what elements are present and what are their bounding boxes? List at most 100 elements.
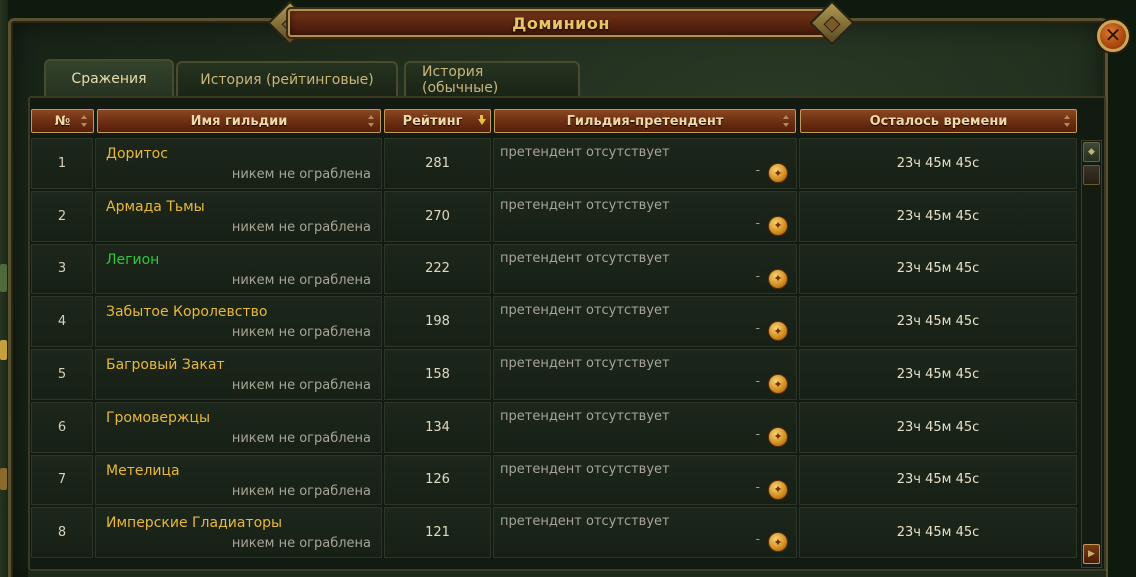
scroll-down-button[interactable]: ▶ (1083, 544, 1100, 564)
guild-status: никем не ограблена (231, 430, 371, 446)
challenger-dash: - (755, 163, 760, 177)
row-number: 7 (57, 472, 67, 488)
rating-value: 270 (425, 208, 450, 224)
guild-status: никем не ограблена (231, 536, 371, 552)
guild-name-link[interactable]: Метелица (106, 463, 180, 479)
scroll-up-button[interactable]: ◆ (1083, 142, 1100, 162)
time-left-value: 23ч 45м 45с (896, 155, 980, 171)
gold-coin-icon[interactable]: ✦ (768, 479, 788, 500)
cell-guild: Громовержцы никем не ограблена (95, 401, 382, 453)
row-number: 8 (57, 525, 67, 541)
guild-name-link[interactable]: Армада Тьмы (106, 199, 205, 215)
cell-number: 2 (31, 190, 93, 242)
challenger-text: претендент отсутствует (500, 514, 670, 530)
cell-challenger: претендент отсутствует - ✦ (493, 190, 797, 242)
row-number: 3 (57, 261, 67, 277)
guild-name-link[interactable]: Багровый Закат (106, 357, 225, 373)
cell-number: 1 (31, 138, 93, 189)
rating-value: 158 (425, 366, 450, 382)
tab-history-rated[interactable]: История (рейтинговые) (176, 61, 398, 97)
guild-name-link[interactable]: Забытое Королевство (106, 304, 267, 320)
challenger-dash: - (755, 268, 760, 283)
tab-label: История (обычные) (422, 64, 499, 96)
guild-status: никем не ограблена (231, 272, 371, 288)
tab-label: Сражения (71, 71, 147, 87)
tab-history-normal[interactable]: История (обычные) (404, 61, 580, 97)
side-ui-fragment (0, 468, 7, 490)
column-header-rating[interactable]: Рейтинг (384, 109, 491, 133)
cell-time-left: 23ч 45м 45с (799, 401, 1077, 453)
row-number: 4 (57, 314, 67, 330)
guild-table-body: 1 Доритос никем не ограблена 281 претенд… (31, 137, 1077, 559)
column-header-challenger[interactable]: Гильдия-претендент (494, 109, 796, 133)
cell-challenger: претендент отсутствует - ✦ (493, 507, 797, 558)
gold-coin-icon[interactable]: ✦ (768, 215, 788, 236)
column-header-label: Рейтинг (402, 113, 463, 129)
challenger-text: претендент отсутствует (500, 250, 670, 266)
column-header-guild-name[interactable]: Имя гильдии (97, 109, 381, 133)
cell-challenger: претендент отсутствует - ✦ (493, 454, 797, 506)
side-ui-fragment (0, 340, 7, 360)
time-left-value: 23ч 45м 45с (896, 525, 980, 541)
column-header-label: Гильдия-претендент (566, 113, 724, 129)
table-row[interactable]: 4 Забытое Королевство никем не ограблена… (31, 295, 1077, 348)
column-header-label: № (54, 113, 71, 129)
table-row[interactable]: 3 Легион никем не ограблена 222 претенде… (31, 243, 1077, 296)
challenger-dash: - (755, 321, 760, 336)
cell-rating: 121 (384, 507, 491, 558)
tab-battles[interactable]: Сражения (44, 59, 174, 97)
cell-time-left: 23ч 45м 45с (799, 243, 1077, 295)
challenger-dash: - (755, 426, 760, 441)
table-row[interactable]: 8 Имперские Гладиаторы никем не ограблен… (31, 506, 1077, 559)
table-row[interactable]: 2 Армада Тьмы никем не ограблена 270 пре… (31, 190, 1077, 243)
challenger-text: претендент отсутствует (500, 461, 670, 477)
challenger-dash: - (755, 532, 760, 547)
time-left-value: 23ч 45м 45с (896, 472, 980, 488)
gold-coin-icon[interactable]: ✦ (768, 321, 788, 342)
column-header-number[interactable]: № (31, 109, 94, 133)
cell-guild: Доритос никем не ограблена (95, 138, 382, 189)
cell-challenger: претендент отсутствует - ✦ (493, 138, 797, 189)
title-banner: Доминион (267, 0, 855, 46)
guild-status: никем не ограблена (231, 167, 371, 182)
cell-number: 3 (31, 243, 93, 295)
guild-name-link[interactable]: Громовержцы (106, 410, 210, 426)
challenger-dash: - (755, 215, 760, 230)
challenger-text: претендент отсутствует (500, 303, 670, 319)
cell-number: 4 (31, 296, 93, 347)
sort-arrows-icon (368, 115, 374, 127)
table-row[interactable]: 7 Метелица никем не ограблена 126 претен… (31, 454, 1077, 507)
gold-coin-icon[interactable]: ✦ (768, 426, 788, 447)
cell-guild: Метелица никем не ограблена (95, 454, 382, 506)
cell-guild: Багровый Закат никем не ограблена (95, 349, 382, 400)
scrollbar[interactable]: ◆ ▶ (1081, 140, 1102, 568)
row-number: 6 (57, 419, 67, 435)
tab-label: История (рейтинговые) (200, 72, 374, 88)
close-icon: ✕ (1104, 23, 1122, 47)
guild-name-link[interactable]: Имперские Гладиаторы (106, 515, 282, 531)
cell-guild: Имперские Гладиаторы никем не ограблена (95, 507, 382, 558)
cell-time-left: 23ч 45м 45с (799, 190, 1077, 242)
table-row[interactable]: 5 Багровый Закат никем не ограблена 158 … (31, 348, 1077, 401)
time-left-value: 23ч 45м 45с (896, 261, 980, 277)
gold-coin-icon[interactable]: ✦ (768, 163, 788, 183)
sort-desc-icon (478, 115, 486, 127)
challenger-text: претендент отсутствует (500, 197, 670, 213)
table-row[interactable]: 6 Громовержцы никем не ограблена 134 пре… (31, 401, 1077, 454)
challenger-text: претендент отсутствует (500, 408, 670, 424)
cell-challenger: претендент отсутствует - ✦ (493, 401, 797, 453)
cell-rating: 134 (384, 401, 491, 453)
scroll-thumb[interactable] (1083, 165, 1100, 185)
gold-coin-icon[interactable]: ✦ (768, 532, 788, 553)
gold-coin-icon[interactable]: ✦ (768, 374, 788, 394)
table-row[interactable]: 1 Доритос никем не ограблена 281 претенд… (31, 137, 1077, 190)
guild-name-link[interactable]: Легион (106, 252, 159, 268)
guild-status: никем не ограблена (231, 219, 371, 235)
cell-challenger: претендент отсутствует - ✦ (493, 349, 797, 400)
gold-coin-icon[interactable]: ✦ (768, 268, 788, 289)
column-header-time-left[interactable]: Осталось времени (800, 109, 1077, 133)
time-left-value: 23ч 45м 45с (896, 208, 980, 224)
guild-name-link[interactable]: Доритос (106, 146, 168, 162)
close-button[interactable]: ✕ (1097, 20, 1129, 52)
sort-arrows-icon (783, 115, 789, 127)
